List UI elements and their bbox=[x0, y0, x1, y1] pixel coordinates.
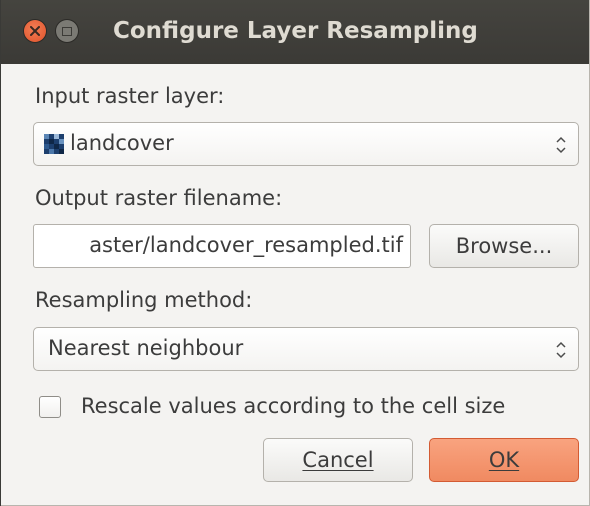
maximize-icon[interactable] bbox=[56, 20, 78, 42]
resampling-method-value: Nearest neighbour bbox=[48, 336, 244, 360]
output-filename-field[interactable]: aster/landcover_resampled.tif bbox=[33, 224, 411, 268]
input-layer-label: Input raster layer: bbox=[35, 84, 225, 108]
browse-button[interactable]: Browse... bbox=[429, 224, 579, 268]
up-down-arrows-icon bbox=[556, 136, 566, 154]
input-layer-value: landcover bbox=[70, 131, 174, 155]
rescale-checkbox[interactable] bbox=[39, 396, 61, 418]
rescale-label[interactable]: Rescale values according to the cell siz… bbox=[81, 394, 505, 418]
output-filename-value: aster/landcover_resampled.tif bbox=[89, 233, 403, 257]
raster-layer-icon bbox=[44, 134, 64, 154]
resampling-method-label: Resampling method: bbox=[35, 288, 253, 312]
dialog-body: Input raster layer: landcover Output ras… bbox=[1, 64, 589, 506]
close-icon bbox=[30, 26, 40, 36]
title-bar[interactable]: Configure Layer Resampling bbox=[1, 0, 589, 64]
ok-button-label: OK bbox=[488, 448, 520, 472]
resampling-method-combobox[interactable]: Nearest neighbour bbox=[33, 327, 579, 371]
output-filename-label: Output raster filename: bbox=[35, 186, 283, 210]
dialog-window: Configure Layer Resampling Input raster … bbox=[0, 0, 590, 506]
close-button[interactable] bbox=[24, 20, 46, 42]
cancel-button[interactable]: Cancel bbox=[263, 438, 413, 482]
input-layer-combobox[interactable]: landcover bbox=[33, 122, 579, 166]
window-title: Configure Layer Resampling bbox=[113, 18, 478, 44]
ok-button[interactable]: OK bbox=[429, 438, 579, 482]
up-down-arrows-icon bbox=[556, 341, 566, 359]
cancel-button-label: Cancel bbox=[302, 448, 374, 472]
